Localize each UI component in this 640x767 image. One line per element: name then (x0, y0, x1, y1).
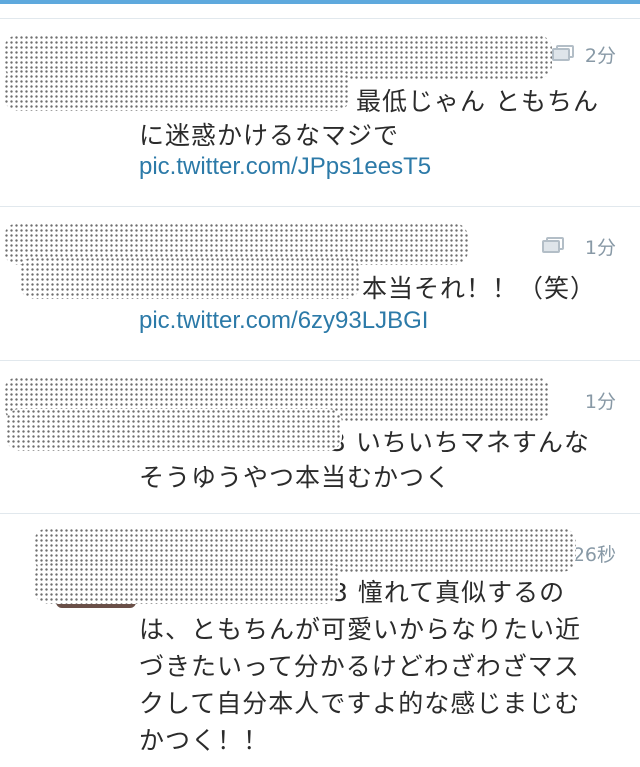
tweet-item[interactable]: 26秒 3 憧れて真似するの は、ともちんが可愛いからなりたい近 づきたいって分… (0, 514, 640, 767)
tweet-text-line: に迷惑かけるなマジで (139, 121, 400, 150)
tweet-text-line: は、ともちんが可愛いからなりたい近 (139, 615, 582, 644)
tweet-text-line: づきたいって分かるけどわざわざマス (139, 652, 580, 681)
redacted-handle (4, 69, 350, 111)
media-link[interactable]: pic.twitter.com/JPps1eesT5 (139, 153, 431, 181)
timestamp: 1分 (584, 391, 616, 413)
tweet-text-line: 3 いちいちマネすんな (330, 428, 590, 457)
tweet-text-line: クして自分本人ですよ的な感じまじむ (139, 689, 581, 718)
tweet-text-line: 最低じゃん ともちん (356, 87, 599, 116)
tweet-item[interactable]: 1分 3 いちいちマネすんな そうゆうやつ本当むかつく (0, 361, 640, 514)
top-accent-line (0, 0, 640, 4)
tweet-text-line: 本当それ！！（笑） (362, 274, 597, 303)
redacted-handle (20, 257, 360, 299)
timestamp: 26秒 (572, 544, 616, 566)
media-icon (542, 237, 564, 253)
timestamp: 2分 (584, 45, 616, 67)
redacted-handle (6, 409, 342, 451)
redacted-handle (34, 562, 340, 604)
tweet-text-line: 3 憧れて真似するの (332, 578, 566, 607)
timestamp: 1分 (584, 237, 616, 259)
tweet-text-line: そうゆうやつ本当むかつく (139, 463, 452, 492)
media-link[interactable]: pic.twitter.com/6zy93LJBGI (139, 307, 428, 335)
media-icon (552, 45, 574, 61)
tweet-item[interactable]: 1分 本当それ！！（笑） pic.twitter.com/6zy93LJBGI (0, 207, 640, 361)
tweet-item[interactable]: 2分 最低じゃん ともちん に迷惑かけるなマジで pic.twitter.com… (0, 18, 640, 207)
tweet-text-line: かつく！！ (139, 726, 270, 755)
